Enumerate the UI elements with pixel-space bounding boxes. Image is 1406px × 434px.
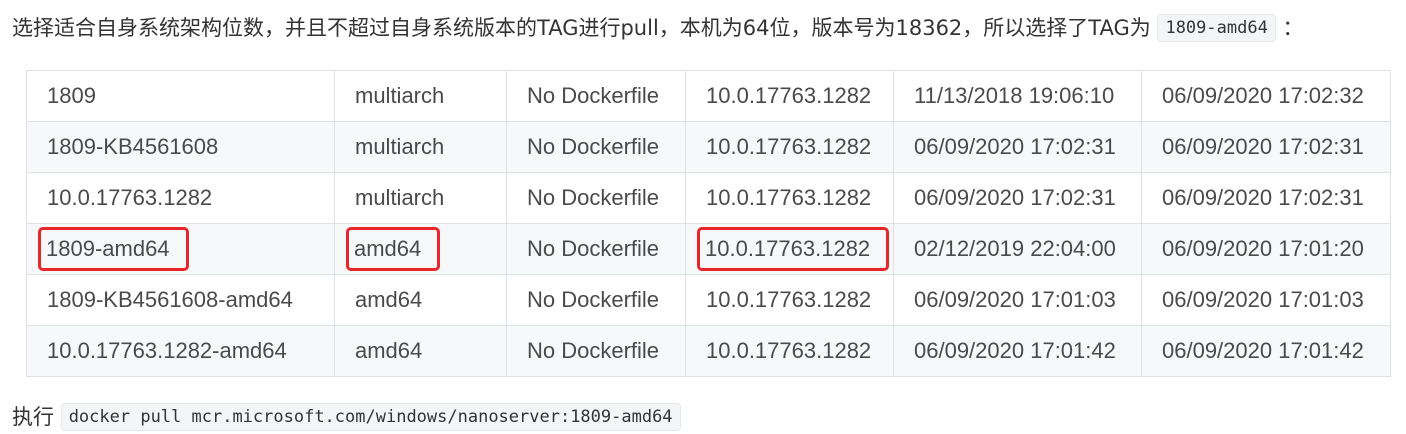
created-date-cell: 06/09/2020 17:02:31 bbox=[893, 172, 1142, 224]
tag-cell: 10.0.17763.1282-amd64 bbox=[26, 325, 335, 377]
os-version-cell: 10.0.17763.1282 bbox=[685, 121, 894, 173]
created-date-cell: 06/09/2020 17:01:03 bbox=[893, 274, 1142, 326]
table-row: 10.0.17763.1282 multiarch No Dockerfile … bbox=[26, 172, 1391, 224]
dockerfile-cell: No Dockerfile bbox=[506, 223, 686, 275]
intro-paragraph: 选择适合自身系统架构位数，并且不超过自身系统版本的TAG进行pull，本机为64… bbox=[12, 12, 1304, 44]
architecture-cell: amd64 bbox=[334, 325, 507, 377]
tag-cell: 1809-amd64 bbox=[26, 223, 335, 275]
architecture-cell: multiarch bbox=[334, 121, 507, 173]
dockerfile-cell: No Dockerfile bbox=[506, 121, 686, 173]
run-label: 执行 bbox=[12, 405, 54, 429]
run-command-paragraph: 执行 docker pull mcr.microsoft.com/windows… bbox=[12, 401, 681, 433]
dockerfile-cell: No Dockerfile bbox=[506, 70, 686, 122]
table-row: 1809 multiarch No Dockerfile 10.0.17763.… bbox=[26, 70, 1391, 122]
intro-text: 选择适合自身系统架构位数，并且不超过自身系统版本的TAG进行pull，本机为64… bbox=[12, 16, 1151, 40]
created-date-cell: 06/09/2020 17:02:31 bbox=[893, 121, 1142, 173]
updated-date-cell: 06/09/2020 17:01:03 bbox=[1141, 274, 1391, 326]
docker-pull-command-code: docker pull mcr.microsoft.com/windows/na… bbox=[60, 403, 681, 431]
image-tags-table: 1809 multiarch No Dockerfile 10.0.17763.… bbox=[26, 70, 1391, 377]
tag-cell: 1809-KB4561608 bbox=[26, 121, 335, 173]
dockerfile-cell: No Dockerfile bbox=[506, 325, 686, 377]
os-version-cell: 10.0.17763.1282 bbox=[685, 172, 894, 224]
tag-cell: 1809-KB4561608-amd64 bbox=[26, 274, 335, 326]
intro-suffix: ： bbox=[1282, 16, 1304, 40]
architecture-cell: amd64 bbox=[334, 274, 507, 326]
architecture-cell: multiarch bbox=[334, 172, 507, 224]
os-version-cell: 10.0.17763.1282 bbox=[685, 70, 894, 122]
updated-date-cell: 06/09/2020 17:02:31 bbox=[1141, 172, 1391, 224]
dockerfile-cell: No Dockerfile bbox=[506, 274, 686, 326]
tag-cell: 10.0.17763.1282 bbox=[26, 172, 335, 224]
table-row: 1809-KB4561608-amd64 amd64 No Dockerfile… bbox=[26, 274, 1391, 326]
table-row-selected: 1809-amd64 amd64 No Dockerfile 10.0.1776… bbox=[26, 223, 1391, 275]
architecture-cell: multiarch bbox=[334, 70, 507, 122]
os-version-cell: 10.0.17763.1282 bbox=[685, 274, 894, 326]
table-row: 10.0.17763.1282-amd64 amd64 No Dockerfil… bbox=[26, 325, 1391, 377]
architecture-cell: amd64 bbox=[334, 223, 507, 275]
created-date-cell: 06/09/2020 17:01:42 bbox=[893, 325, 1142, 377]
created-date-cell: 02/12/2019 22:04:00 bbox=[893, 223, 1142, 275]
highlight-box-tag: 1809-amd64 bbox=[38, 227, 189, 271]
highlight-box-architecture: amd64 bbox=[346, 227, 441, 271]
selected-tag-code: 1809-amd64 bbox=[1157, 14, 1276, 42]
os-version-cell: 10.0.17763.1282 bbox=[685, 325, 894, 377]
created-date-cell: 11/13/2018 19:06:10 bbox=[893, 70, 1142, 122]
table-row: 1809-KB4561608 multiarch No Dockerfile 1… bbox=[26, 121, 1391, 173]
dockerfile-cell: No Dockerfile bbox=[506, 172, 686, 224]
highlight-box-os-version: 10.0.17763.1282 bbox=[697, 227, 890, 271]
os-version-cell: 10.0.17763.1282 bbox=[685, 223, 894, 275]
tag-cell: 1809 bbox=[26, 70, 335, 122]
updated-date-cell: 06/09/2020 17:02:32 bbox=[1141, 70, 1391, 122]
updated-date-cell: 06/09/2020 17:02:31 bbox=[1141, 121, 1391, 173]
updated-date-cell: 06/09/2020 17:01:42 bbox=[1141, 325, 1391, 377]
updated-date-cell: 06/09/2020 17:01:20 bbox=[1141, 223, 1391, 275]
